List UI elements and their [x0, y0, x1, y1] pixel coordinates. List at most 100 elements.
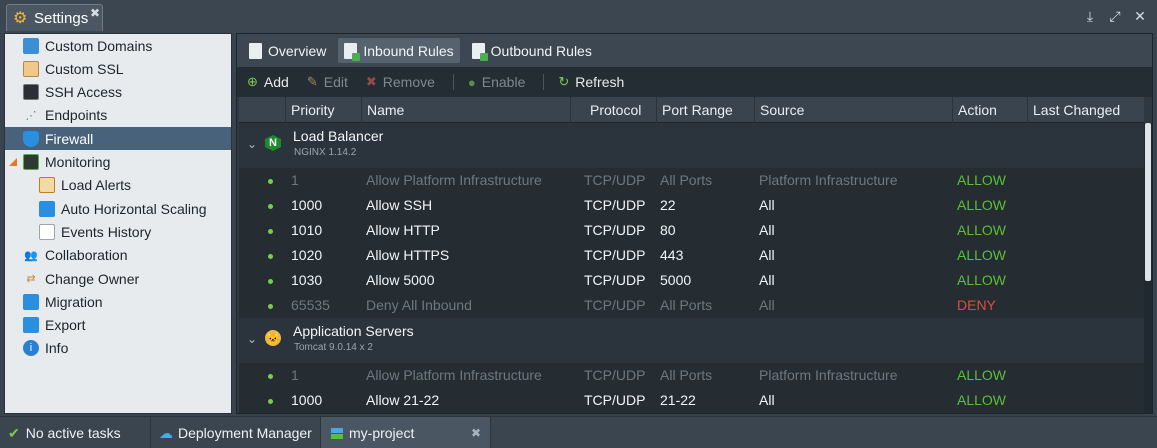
- download-icon[interactable]: ⤓: [1083, 8, 1097, 25]
- sidebar-item-migration[interactable]: Migration: [5, 290, 231, 313]
- terminal-icon: [23, 84, 39, 101]
- node-group-row[interactable]: ⌄ N Load Balancer NGINX 1.14.2: [239, 123, 1144, 168]
- deployment-manager-tab[interactable]: ☁ Deployment Manager: [151, 417, 321, 448]
- info-icon: i: [23, 340, 39, 357]
- status-dot-icon: [268, 304, 273, 309]
- sidebar-item-events-history[interactable]: Events History: [5, 220, 231, 243]
- sidebar-item-endpoints[interactable]: ⋰ Endpoints: [5, 104, 231, 127]
- rule-name-cell: Allow Platform Infrastructure: [366, 367, 542, 383]
- add-button-label: Add: [263, 74, 289, 90]
- rule-row[interactable]: 1010 Allow HTTP TCP/UDP 80 All ALLOW: [239, 218, 1144, 243]
- rule-ports-cell: 443: [660, 247, 684, 263]
- rule-ports-cell: 22: [660, 197, 676, 213]
- sidebar-item-export[interactable]: Export: [5, 314, 231, 337]
- refresh-button-label: Refresh: [575, 74, 625, 90]
- settings-sidebar: Custom Domains Custom SSL SSH Access ⋰ Endpo…: [4, 33, 232, 414]
- expand-icon[interactable]: ⤢: [1108, 8, 1122, 25]
- expand-arrow-icon[interactable]: [9, 157, 17, 166]
- rule-ports-cell: 5000: [660, 272, 692, 288]
- sidebar-item-load-alerts[interactable]: Load Alerts: [5, 174, 231, 197]
- sidebar-item-label: Load Alerts: [61, 177, 132, 194]
- sidebar-item-label: Auto Horizontal Scaling: [61, 200, 207, 217]
- chart-icon: [23, 154, 39, 170]
- rule-row[interactable]: 1000 Allow SSH TCP/UDP 22 All ALLOW: [239, 193, 1144, 218]
- rule-action-cell: DENY: [957, 297, 996, 313]
- sidebar-item-change-owner[interactable]: ⇄ Change Owner: [5, 267, 231, 290]
- rule-row[interactable]: 1030 Allow 5000 TCP/UDP 5000 All ALLOW: [239, 268, 1144, 293]
- rule-source-cell: All: [759, 272, 775, 288]
- window-title-bar: ⚙ Settings ✖ ⤓ ⤢ ✕: [0, 0, 1157, 33]
- pencil-icon: ✎: [306, 74, 318, 89]
- close-icon[interactable]: ✕: [1133, 8, 1147, 25]
- rule-ports-cell: 80: [660, 222, 676, 238]
- node-group-row[interactable]: ⌄ 🐱 Application Servers Tomcat 9.0.14 x 2: [239, 318, 1144, 363]
- rule-source-cell: Platform Infrastructure: [759, 367, 898, 383]
- sidebar-item-label: Custom SSL: [45, 60, 124, 77]
- rule-row[interactable]: 65535 Deny All Inbound TCP/UDP All Ports All…: [239, 293, 1144, 318]
- chevron-down-icon[interactable]: ⌄: [247, 332, 257, 346]
- column-header-port-range[interactable]: Port Range: [656, 97, 754, 123]
- enable-button[interactable]: ● Enable: [468, 74, 525, 90]
- enable-dot-icon: ●: [467, 74, 476, 90]
- environment-icon: [331, 427, 343, 439]
- column-header-action[interactable]: Action: [952, 97, 1027, 123]
- rules-toolbar: ⊕ Add ✎ Edit ✖ Remove ● Enable ↻ Refresh: [237, 67, 1152, 97]
- column-header-name[interactable]: Name: [361, 97, 570, 123]
- mail-alert-icon: [39, 177, 55, 194]
- sidebar-item-custom-ssl[interactable]: Custom SSL: [5, 57, 231, 80]
- add-button[interactable]: ⊕ Add: [247, 74, 289, 90]
- column-header-protocol[interactable]: Protocol: [570, 97, 656, 123]
- column-header-source[interactable]: Source: [754, 97, 952, 123]
- sidebar-item-info[interactable]: i Info: [5, 337, 231, 360]
- node-group-version: NGINX 1.14.2: [294, 147, 357, 158]
- rule-ports-cell: All Ports: [660, 172, 713, 188]
- close-tab-icon[interactable]: ✖: [90, 6, 100, 20]
- status-dot-icon: [268, 204, 273, 209]
- rule-row[interactable]: 1020 Allow HTTPS TCP/UDP 443 All ALLOW: [239, 243, 1144, 268]
- outbound-icon: [471, 42, 488, 61]
- rule-row[interactable]: 1000 Allow 21-22 TCP/UDP 21-22 All ALLOW: [239, 388, 1144, 413]
- deployment-manager-label: Deployment Manager: [178, 425, 312, 441]
- sidebar-item-custom-domains[interactable]: Custom Domains: [5, 34, 231, 57]
- rule-protocol-cell: TCP/UDP: [584, 272, 646, 288]
- rule-priority-cell: 1000: [291, 197, 323, 213]
- node-group-name: Application Servers: [293, 323, 414, 339]
- sidebar-item-ssh-access[interactable]: SSH Access: [5, 81, 231, 104]
- status-dot-icon: [268, 179, 273, 184]
- scrollbar-thumb[interactable]: [1145, 123, 1151, 281]
- settings-tab[interactable]: ⚙ Settings ✖: [6, 4, 103, 31]
- sidebar-item-collaboration[interactable]: 👥 Collaboration: [5, 244, 231, 267]
- rule-source-cell: Platform Infrastructure: [759, 172, 898, 188]
- rule-priority-cell: 65535: [291, 297, 330, 313]
- task-status[interactable]: ✔ No active tasks: [0, 417, 151, 448]
- column-header-last-changed[interactable]: Last Changed: [1027, 97, 1144, 123]
- rule-name-cell: Allow 21-22: [366, 392, 440, 408]
- tab-inbound-rules[interactable]: Inbound Rules: [338, 38, 460, 63]
- edit-button[interactable]: ✎ Edit: [307, 74, 348, 90]
- add-icon: ⊕: [247, 74, 258, 89]
- chevron-down-icon[interactable]: ⌄: [247, 137, 257, 151]
- column-header-priority[interactable]: Priority: [285, 97, 361, 123]
- rule-row[interactable]: 1 Allow Platform Infrastructure TCP/UDP All…: [239, 168, 1144, 193]
- project-tab[interactable]: my-project ✖: [321, 417, 491, 448]
- rule-action-cell: ALLOW: [957, 172, 1007, 188]
- close-project-icon[interactable]: ✖: [471, 426, 481, 440]
- sidebar-item-monitoring[interactable]: Monitoring: [5, 151, 231, 174]
- rule-ports-cell: All Ports: [660, 297, 713, 313]
- tab-overview[interactable]: Overview: [243, 38, 332, 63]
- rule-row[interactable]: 1 Allow Platform Infrastructure TCP/UDP All…: [239, 363, 1144, 388]
- tab-outbound-rules[interactable]: Outbound Rules: [466, 38, 598, 63]
- rule-name-cell: Allow Platform Infrastructure: [366, 172, 542, 188]
- rule-source-cell: All: [759, 222, 775, 238]
- vertical-scrollbar[interactable]: [1144, 123, 1152, 413]
- sidebar-item-firewall[interactable]: Firewall: [5, 127, 231, 151]
- settings-tab-title: Settings: [34, 9, 89, 27]
- rule-source-cell: All: [759, 297, 775, 313]
- sidebar-item-label: Info: [45, 340, 69, 357]
- sidebar-item-auto-horizontal-scaling[interactable]: Auto Horizontal Scaling: [5, 197, 231, 220]
- rule-action-cell: ALLOW: [957, 392, 1007, 408]
- remove-button-label: Remove: [382, 74, 435, 90]
- refresh-button[interactable]: ↻ Refresh: [558, 74, 624, 90]
- remove-button[interactable]: ✖ Remove: [366, 74, 435, 90]
- rule-source-cell: All: [759, 392, 775, 408]
